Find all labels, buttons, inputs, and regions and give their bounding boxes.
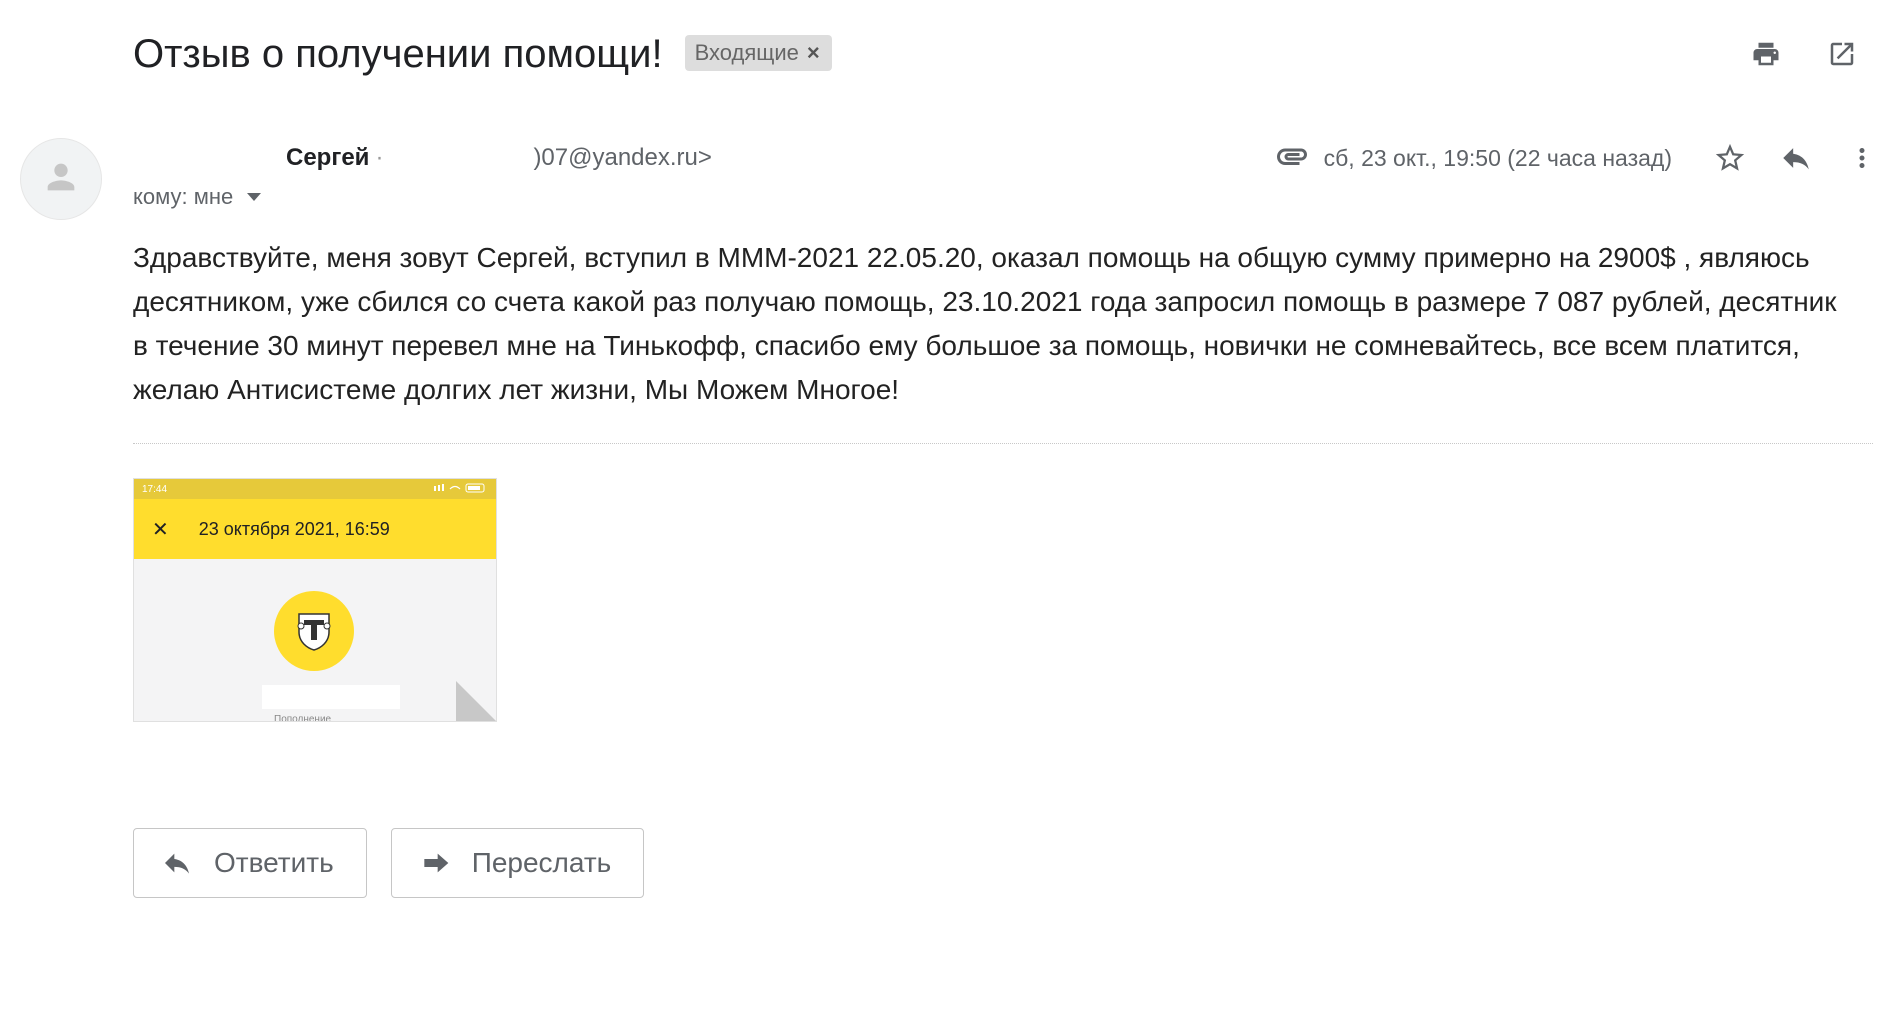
inbox-label-text: Входящие: [694, 40, 799, 65]
email-subject: Отзыв о получении помощи!: [133, 32, 663, 76]
page-fold-shadow: [456, 681, 496, 721]
forward-button[interactable]: Переслать: [390, 828, 645, 898]
tinkoff-logo-icon: [274, 591, 354, 671]
reply-button[interactable]: Ответить: [133, 828, 367, 898]
attachment-thumbnail[interactable]: 17:44 ✕ 23 октября 2021, 16:59 Пополнени…: [133, 478, 497, 722]
inbox-label-chip[interactable]: Входящие ×: [684, 35, 832, 71]
forward-button-label: Переслать: [471, 847, 612, 878]
message-meta: сб, 23 окт., 19:50 (22 часа назад): [1274, 136, 1880, 180]
top-toolbar: [1748, 36, 1860, 72]
body-divider: [133, 443, 1873, 444]
attachment-status-bar: 17:44: [134, 479, 496, 499]
sender-line: Сергей · )07@yandex.ru>: [286, 142, 712, 174]
remove-label-icon[interactable]: ×: [807, 40, 820, 66]
close-icon: ✕: [152, 518, 169, 541]
reply-icon: [160, 846, 194, 880]
subject-row: Отзыв о получении помощи! Входящие ×: [133, 22, 1860, 86]
paperclip-icon: [1274, 138, 1310, 179]
reply-icon[interactable]: [1778, 140, 1814, 176]
recipients-line: кому: мне: [133, 184, 262, 210]
person-icon: [41, 157, 81, 202]
reply-button-label: Ответить: [214, 847, 334, 878]
attachment-header-title: 23 октября 2021, 16:59: [198, 518, 390, 539]
sender-separator: ·: [375, 144, 384, 171]
message-actions: Ответить Переслать: [133, 828, 645, 898]
open-in-new-window-icon[interactable]: [1824, 36, 1860, 72]
attachment-body: Пополнение: [134, 559, 496, 721]
attachment-amount-placeholder: [262, 685, 400, 709]
message-date: сб, 23 окт., 19:50 (22 часа назад): [1323, 144, 1672, 171]
sender-email: )07@yandex.ru>: [533, 144, 712, 171]
sender-avatar[interactable]: [20, 138, 102, 220]
show-details-caret-icon[interactable]: [247, 193, 262, 201]
attachment-small-text: Пополнение: [274, 714, 332, 722]
sender-name[interactable]: Сергей: [286, 144, 369, 172]
forward-icon: [418, 846, 452, 880]
star-icon[interactable]: [1712, 140, 1748, 176]
email-body: Здравствуйте, меня зовут Сергей, вступил…: [133, 242, 1837, 405]
more-vertical-icon[interactable]: [1844, 140, 1880, 176]
recipients-text: кому: мне: [133, 184, 234, 209]
attachment-header: ✕ 23 октября 2021, 16:59: [134, 499, 496, 559]
attachment-status-time: 17:44: [142, 483, 168, 495]
print-icon[interactable]: [1748, 36, 1784, 72]
status-icons: [428, 483, 488, 496]
